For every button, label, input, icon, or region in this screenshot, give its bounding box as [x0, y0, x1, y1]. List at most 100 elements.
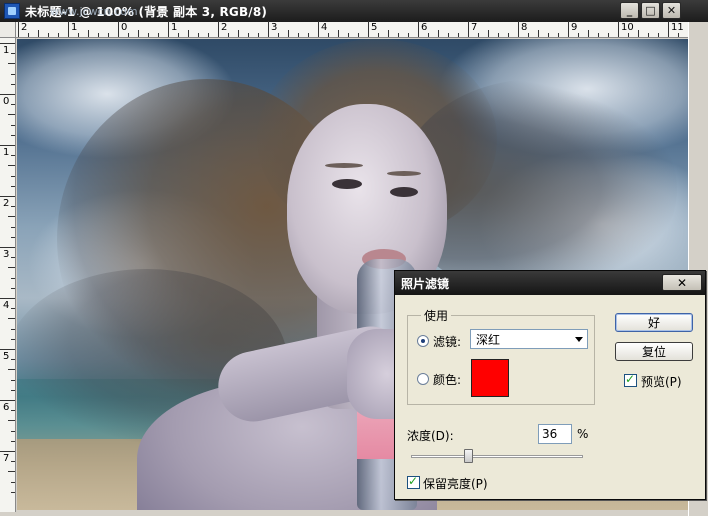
ruler-tick — [428, 33, 429, 37]
color-radio-label[interactable]: 颜色: — [433, 371, 461, 388]
minimize-button[interactable]: _ — [620, 2, 639, 19]
ruler-tick — [11, 440, 15, 442]
maximize-button[interactable]: □ — [641, 2, 660, 19]
ruler-tick — [498, 33, 499, 37]
ruler-number: 8 — [521, 22, 528, 33]
ruler-tick — [268, 21, 269, 37]
ruler-tick — [38, 30, 39, 37]
ruler-tick — [508, 33, 509, 37]
preserve-luminosity-checkbox[interactable] — [407, 474, 420, 489]
ruler-tick — [418, 21, 419, 37]
ruler-tick — [11, 481, 15, 483]
ruler-tick — [8, 114, 15, 116]
use-group-label: 使用 — [421, 307, 452, 324]
ruler-tick — [0, 451, 15, 452]
ruler-tick — [11, 491, 15, 493]
ruler-tick — [108, 33, 109, 37]
ruler-tick — [528, 33, 529, 37]
ruler-tick — [88, 30, 89, 37]
ruler-tick — [0, 298, 15, 299]
ruler-tick — [0, 94, 15, 95]
ruler-tick — [278, 33, 279, 37]
ruler-number: 1 — [171, 22, 178, 33]
ruler-tick — [11, 379, 15, 381]
ruler-tick — [188, 30, 189, 37]
density-input[interactable]: 36 — [538, 424, 572, 444]
ruler-tick — [518, 21, 519, 37]
ruler-tick — [8, 216, 15, 218]
ruler-number: 6 — [3, 402, 10, 413]
watermark-text: www.jcwcn.com — [50, 5, 138, 18]
filter-select-value: 深红 — [476, 332, 501, 347]
ruler-number: 0 — [3, 96, 10, 107]
ruler-tick — [468, 21, 469, 37]
ruler-tick — [48, 33, 49, 37]
filter-select[interactable]: 深红 — [470, 329, 588, 349]
ruler-tick — [658, 33, 659, 37]
preview-checkbox[interactable] — [624, 372, 637, 387]
preserve-luminosity-label[interactable]: 保留亮度(P) — [423, 475, 488, 492]
vertical-ruler[interactable]: 1 0 1 2 3 4 5 6 7 — [0, 38, 16, 512]
ruler-number: 11 — [671, 22, 684, 33]
close-window-button[interactable]: ✕ — [662, 2, 681, 19]
ruler-tick — [368, 21, 369, 37]
photoshop-document-icon — [4, 3, 20, 19]
ruler-tick — [11, 359, 15, 361]
ruler-number: 6 — [421, 22, 428, 33]
color-swatch[interactable] — [471, 359, 509, 397]
density-slider-thumb[interactable] — [463, 449, 473, 463]
ruler-tick — [118, 21, 119, 37]
ruler-tick — [558, 33, 559, 37]
ruler-tick — [338, 30, 339, 37]
maximize-icon: □ — [645, 4, 656, 17]
ruler-number: 2 — [3, 198, 10, 209]
ruler-tick — [258, 33, 259, 37]
horizontal-scrollbar[interactable] — [16, 510, 688, 516]
color-radio[interactable] — [417, 373, 429, 385]
ruler-number: 3 — [271, 22, 278, 33]
ruler-tick — [608, 33, 609, 37]
ruler-tick — [8, 267, 15, 269]
ruler-tick — [578, 33, 579, 37]
ruler-number: 7 — [471, 22, 478, 33]
dialog-close-button[interactable]: ✕ — [662, 274, 702, 291]
ruler-origin[interactable] — [0, 22, 16, 38]
ruler-tick — [11, 73, 15, 75]
document-titlebar[interactable]: 未标题-1 @ 100% (背景 副本 3, RGB/8) www.jcwcn.… — [0, 0, 708, 22]
ruler-tick — [328, 33, 329, 37]
ruler-tick — [198, 33, 199, 37]
ruler-number: 9 — [571, 22, 578, 33]
ruler-tick — [628, 33, 629, 37]
preview-label[interactable]: 预览(P) — [641, 373, 682, 390]
chevron-down-icon — [575, 337, 583, 342]
density-slider-track[interactable] — [411, 455, 583, 458]
ruler-tick — [648, 33, 649, 37]
ruler-tick — [308, 33, 309, 37]
ruler-tick — [488, 30, 489, 37]
ruler-tick — [8, 420, 15, 422]
ruler-tick — [588, 30, 589, 37]
reset-button[interactable]: 复位 — [615, 342, 693, 361]
ok-button[interactable]: 好 — [615, 313, 693, 332]
filter-radio[interactable] — [417, 335, 429, 347]
horizontal-ruler[interactable]: 2 1 0 1 2 3 4 5 6 7 8 9 10 11 — [16, 21, 688, 38]
ruler-tick — [11, 277, 15, 279]
close-icon: ✕ — [666, 4, 677, 17]
ruler-tick — [11, 83, 15, 85]
ruler-tick — [11, 206, 15, 208]
ruler-number: 1 — [3, 45, 10, 56]
ruler-tick — [228, 33, 229, 37]
ruler-tick — [58, 33, 59, 37]
ruler-tick — [638, 30, 639, 37]
ruler-tick — [238, 30, 239, 37]
ruler-tick — [11, 308, 15, 310]
ruler-tick — [11, 410, 15, 412]
dialog-titlebar[interactable]: 照片滤镜 ✕ — [395, 271, 705, 295]
ruler-tick — [28, 33, 29, 37]
ruler-tick — [11, 328, 15, 330]
filter-radio-label[interactable]: 滤镜: — [433, 333, 461, 350]
ruler-tick — [8, 165, 15, 167]
ruler-tick — [208, 33, 209, 37]
ruler-tick — [11, 124, 15, 126]
ruler-tick — [0, 43, 15, 44]
